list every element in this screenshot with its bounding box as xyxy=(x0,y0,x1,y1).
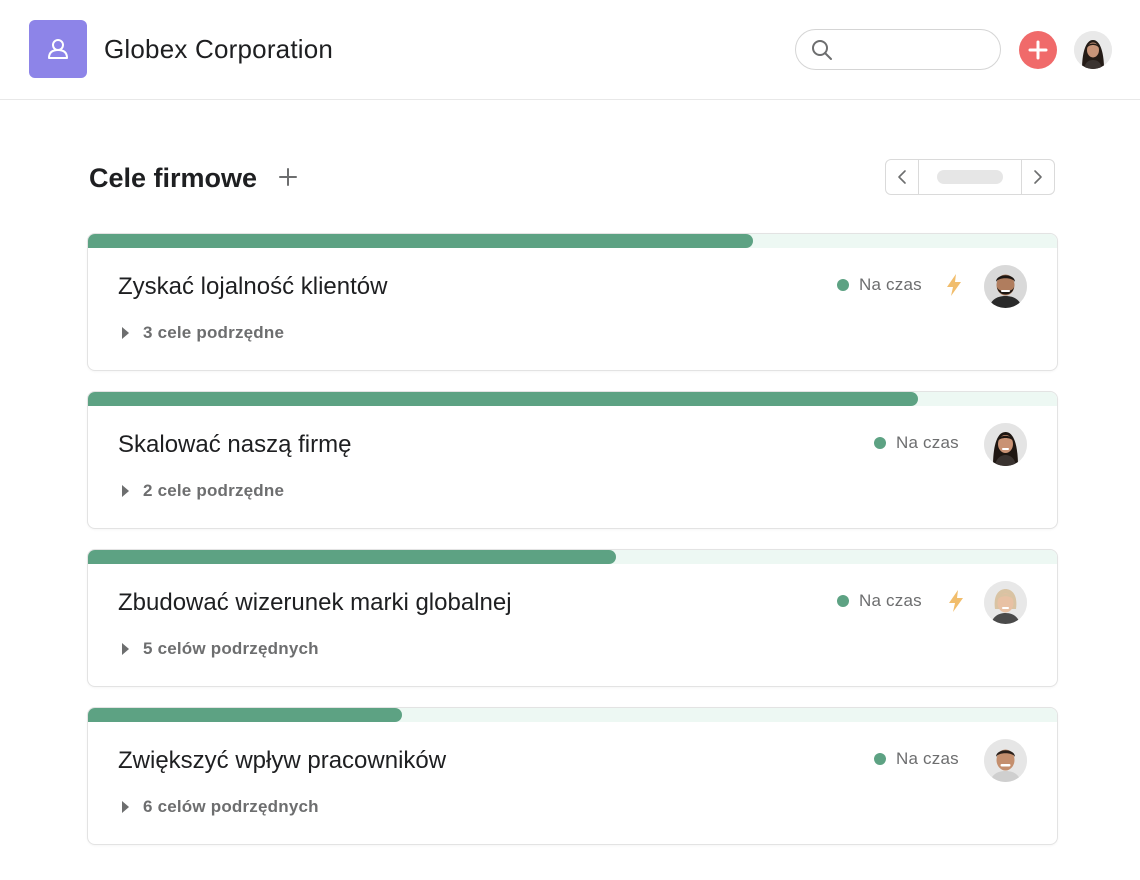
avatar-image xyxy=(1074,31,1112,69)
avatar-image xyxy=(984,739,1027,782)
chevron-left-icon xyxy=(898,170,906,184)
caret-right-icon xyxy=(118,642,132,656)
previous-period-button[interactable] xyxy=(886,160,919,194)
user-avatar[interactable] xyxy=(1074,31,1112,69)
subgoals-toggle[interactable]: 2 cele podrzędne xyxy=(118,480,284,502)
goal-card[interactable]: Zyskać lojalność klientów 3 cele podrzęd… xyxy=(87,233,1058,371)
organization-name: Globex Corporation xyxy=(104,34,334,64)
progress-track xyxy=(88,234,1057,248)
progress-track xyxy=(88,708,1057,722)
progress-track xyxy=(88,550,1057,564)
progress-bar xyxy=(88,392,919,406)
plus-icon xyxy=(279,168,297,186)
avatar-image xyxy=(984,423,1027,466)
status-indicator: Na czas xyxy=(837,274,922,296)
goal-card[interactable]: Zbudować wizerunek marki globalnej 5 cel… xyxy=(87,549,1058,687)
search-icon xyxy=(812,40,832,60)
next-period-button[interactable] xyxy=(1021,160,1054,194)
caret-right-icon xyxy=(118,484,132,498)
owner-avatar[interactable] xyxy=(984,581,1027,624)
avatar-image xyxy=(984,265,1027,308)
search-bar[interactable] xyxy=(795,29,1001,70)
subgoals-label: 5 celów podrzędnych xyxy=(143,639,319,658)
goal-card[interactable]: Zwiększyć wpływ pracowników 6 celów podr… xyxy=(87,707,1058,845)
status-indicator: Na czas xyxy=(874,432,959,454)
search-input[interactable] xyxy=(840,38,990,62)
chevron-right-icon xyxy=(1034,170,1042,184)
period-label-placeholder xyxy=(937,170,1003,184)
status-label: Na czas xyxy=(859,591,922,610)
owner-avatar[interactable] xyxy=(984,423,1027,466)
status-label: Na czas xyxy=(896,749,959,768)
avatar-image xyxy=(984,581,1027,624)
subgoals-toggle[interactable]: 6 celów podrzędnych xyxy=(118,796,319,818)
subgoals-label: 3 cele podrzędne xyxy=(143,323,285,342)
status-label: Na czas xyxy=(896,433,959,452)
progress-bar xyxy=(88,234,753,248)
plus-icon xyxy=(1028,40,1048,60)
goal-title[interactable]: Zwiększyć wpływ pracowników xyxy=(118,745,446,777)
top-bar: Globex Corporation xyxy=(0,0,1140,100)
caret-right-icon xyxy=(118,800,132,814)
lightning-bolt-icon xyxy=(947,274,961,296)
status-dot xyxy=(874,437,886,449)
period-pager xyxy=(885,159,1055,195)
status-indicator: Na czas xyxy=(874,748,959,770)
section-title: Cele firmowe xyxy=(89,163,258,193)
subgoals-toggle[interactable]: 5 celów podrzędnych xyxy=(118,638,319,660)
progress-track xyxy=(88,392,1057,406)
status-dot xyxy=(837,279,849,291)
goal-title[interactable]: Zbudować wizerunek marki globalnej xyxy=(118,587,512,619)
goals-list: Zyskać lojalność klientów 3 cele podrzęd… xyxy=(87,233,1058,865)
status-dot xyxy=(837,595,849,607)
goal-card[interactable]: Skalować naszą firmę 2 cele podrzędne Na… xyxy=(87,391,1058,529)
subgoals-label: 6 celów podrzędnych xyxy=(143,797,319,816)
subgoals-label: 2 cele podrzędne xyxy=(143,481,285,500)
organization-logo[interactable] xyxy=(29,20,87,78)
status-label: Na czas xyxy=(859,275,922,294)
lightning-bolt-icon xyxy=(949,590,963,612)
goal-title[interactable]: Zyskać lojalność klientów xyxy=(118,271,387,303)
progress-bar xyxy=(88,708,402,722)
add-goal-button[interactable] xyxy=(275,163,301,191)
caret-right-icon xyxy=(118,326,132,340)
owner-avatar[interactable] xyxy=(984,739,1027,782)
subgoals-toggle[interactable]: 3 cele podrzędne xyxy=(118,322,284,344)
status-indicator: Na czas xyxy=(837,590,922,612)
progress-bar xyxy=(88,550,617,564)
goal-title[interactable]: Skalować naszą firmę xyxy=(118,429,351,461)
people-icon xyxy=(48,39,68,59)
quick-add-button[interactable] xyxy=(1019,31,1057,69)
status-dot xyxy=(874,753,886,765)
owner-avatar[interactable] xyxy=(984,265,1027,308)
